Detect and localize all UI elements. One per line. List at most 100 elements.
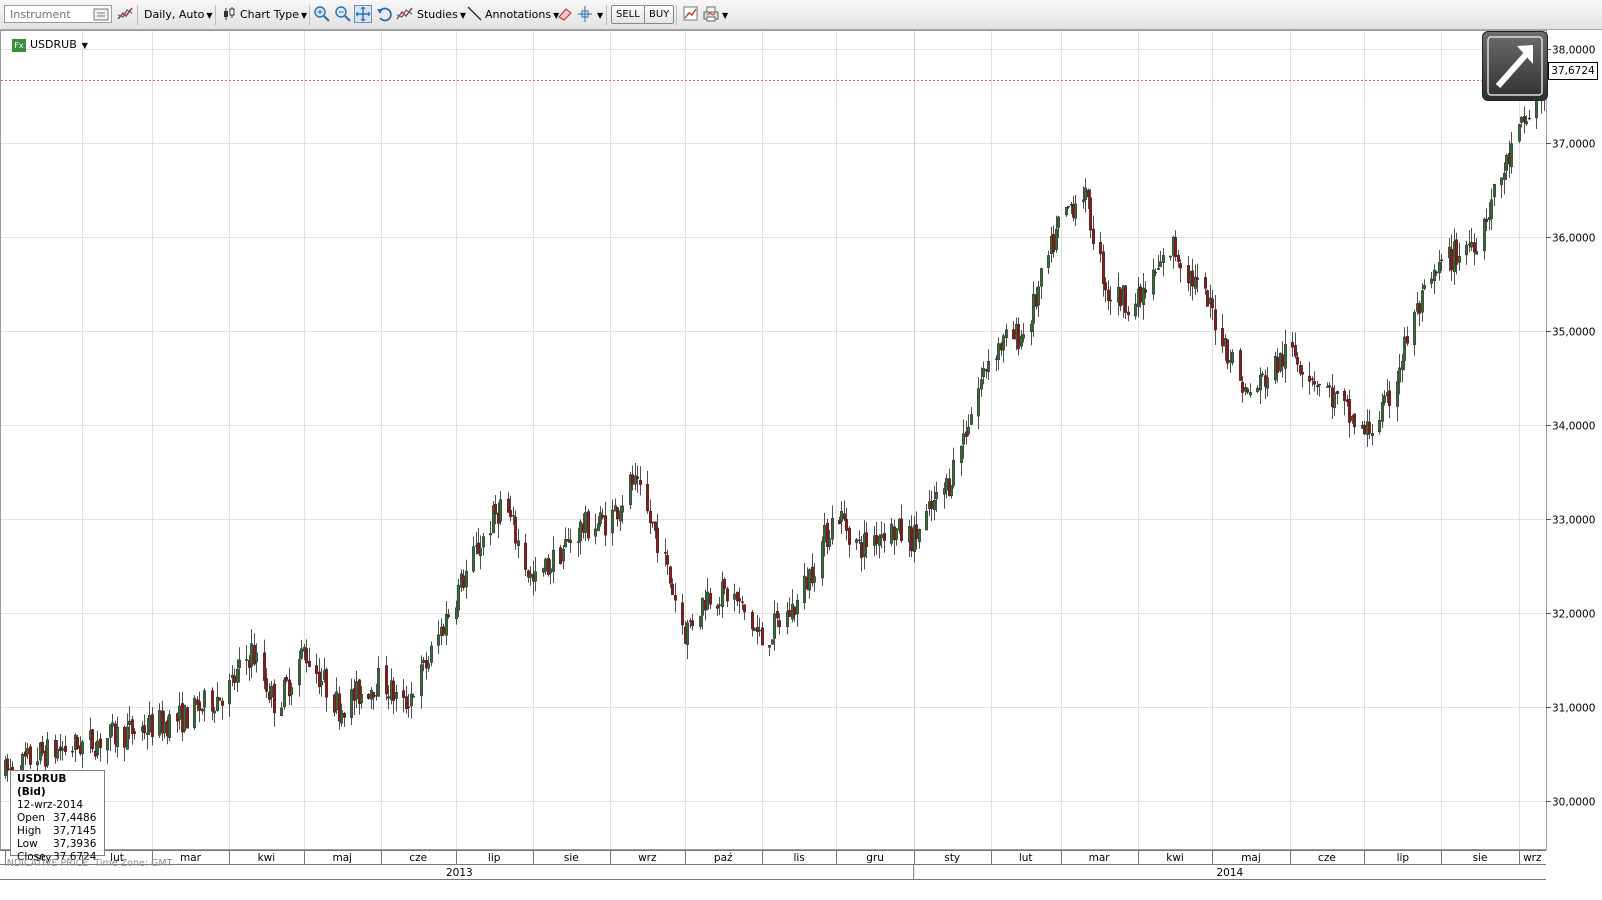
candle-body bbox=[738, 598, 742, 602]
arrow-up-right-icon bbox=[1487, 36, 1543, 96]
candle-body bbox=[1103, 282, 1107, 291]
month-label: sie bbox=[564, 852, 579, 864]
candle-body bbox=[517, 540, 521, 547]
candle-body bbox=[1315, 385, 1319, 388]
candle-body bbox=[1422, 285, 1426, 289]
axes: 30,0000 31,0000 32,0000 33,0000 34,0000 35,00… bbox=[0, 45, 1595, 880]
candle-body bbox=[1342, 390, 1346, 401]
zoom-in-icon[interactable] bbox=[313, 5, 331, 23]
chart-type-label: Chart Type bbox=[240, 8, 299, 21]
buy-button[interactable]: BUY bbox=[644, 5, 675, 24]
candle-body bbox=[860, 542, 864, 558]
candle-body bbox=[1240, 381, 1244, 393]
year-label: 2013 bbox=[446, 867, 473, 879]
candle-body bbox=[723, 579, 727, 589]
candle-body bbox=[674, 595, 678, 601]
add-chart-icon[interactable] bbox=[682, 5, 700, 23]
month-label: mar bbox=[180, 852, 202, 864]
candle-body bbox=[706, 591, 710, 610]
print-icon[interactable] bbox=[702, 5, 720, 23]
expand-chart-button[interactable] bbox=[1482, 31, 1548, 101]
interval-selector[interactable]: Daily, Auto ▼ bbox=[144, 0, 213, 29]
candle-body bbox=[669, 566, 673, 584]
month-label: kwi bbox=[1166, 852, 1184, 864]
candle-body bbox=[1205, 290, 1209, 307]
candle-body bbox=[285, 677, 289, 681]
candle-body bbox=[743, 604, 747, 613]
reset-zoom-icon[interactable] bbox=[376, 5, 394, 23]
instrument-lookup-icon[interactable] bbox=[93, 6, 109, 22]
sell-button[interactable]: SELL bbox=[611, 5, 645, 24]
candle-body bbox=[597, 523, 601, 532]
info-label: High bbox=[17, 825, 42, 837]
candle-body bbox=[544, 558, 548, 572]
candle-body bbox=[249, 643, 253, 667]
chart-area[interactable]: 30,0000 31,0000 32,0000 33,0000 34,0000 35,00… bbox=[0, 30, 1602, 900]
candle-body bbox=[1492, 184, 1496, 198]
candle-body bbox=[46, 739, 50, 766]
chart-type-menu[interactable]: Chart Type ▼ bbox=[240, 0, 307, 29]
candle-body bbox=[457, 584, 461, 611]
candle-body bbox=[1524, 121, 1528, 125]
candle-body bbox=[584, 512, 588, 533]
price-chart[interactable]: 30,0000 31,0000 32,0000 33,0000 34,0000 35,00… bbox=[0, 30, 1602, 900]
instrument-label[interactable]: Fx USDRUB ▼ bbox=[12, 38, 88, 53]
candle-body bbox=[392, 680, 396, 701]
month-label: sty bbox=[944, 852, 960, 864]
candle-body bbox=[1158, 261, 1162, 267]
chevron-down-icon: ▼ bbox=[301, 11, 308, 20]
candle-body bbox=[1151, 269, 1155, 295]
studies-quick-icon[interactable] bbox=[116, 5, 134, 23]
candle-body bbox=[1300, 371, 1304, 375]
zoom-out-icon[interactable] bbox=[334, 5, 352, 23]
studies-menu[interactable]: Studies ▼ bbox=[417, 0, 466, 29]
candle-body bbox=[125, 726, 129, 750]
candle-body bbox=[1220, 328, 1224, 347]
month-label: mar bbox=[1089, 852, 1111, 864]
candle-body bbox=[1054, 228, 1058, 250]
candle-body bbox=[402, 690, 406, 698]
candle-body bbox=[1420, 290, 1424, 313]
candle-body bbox=[962, 433, 966, 445]
candle-body bbox=[552, 549, 556, 572]
candle-body bbox=[1143, 289, 1147, 293]
candle-body bbox=[651, 521, 655, 524]
info-value: 37,7145 bbox=[53, 825, 97, 837]
candle-body bbox=[1230, 352, 1234, 364]
candle-body bbox=[1402, 336, 1406, 361]
candlestick-series bbox=[3, 69, 1548, 788]
info-date: 12-wrz-2014 bbox=[17, 799, 84, 811]
candle-body bbox=[305, 648, 309, 664]
candle-body bbox=[479, 548, 483, 557]
candle-body bbox=[1210, 298, 1214, 309]
candle-body bbox=[1036, 286, 1040, 306]
candle-body bbox=[639, 479, 643, 485]
chevron-down-icon: ▼ bbox=[206, 11, 213, 20]
crosshair-icon[interactable] bbox=[577, 5, 595, 23]
candle-body bbox=[918, 529, 922, 542]
y-tick-label: 32,0000 bbox=[1552, 609, 1595, 621]
candle-body bbox=[1203, 277, 1207, 289]
candle-body bbox=[1522, 116, 1526, 123]
candle-body bbox=[813, 576, 817, 583]
candle-body bbox=[691, 620, 695, 627]
candle-body bbox=[761, 627, 765, 646]
candle-body bbox=[952, 459, 956, 486]
candle-body bbox=[599, 512, 603, 524]
month-label: lis bbox=[793, 852, 804, 864]
candle-body bbox=[562, 548, 566, 562]
candle-body bbox=[699, 615, 703, 627]
candle-body bbox=[776, 611, 780, 619]
print-menu[interactable]: ▼ bbox=[720, 0, 728, 29]
annotations-menu[interactable]: Annotations ▼ bbox=[485, 0, 559, 29]
pan-icon[interactable] bbox=[354, 5, 372, 23]
eraser-icon[interactable] bbox=[556, 5, 574, 23]
candle-body bbox=[162, 722, 166, 734]
candle-body bbox=[1051, 234, 1055, 253]
candle-body bbox=[1091, 228, 1095, 245]
candle-body bbox=[177, 705, 181, 720]
candle-body bbox=[192, 697, 196, 728]
candle-body bbox=[5, 758, 9, 771]
crosshair-menu[interactable]: ▼ bbox=[595, 0, 603, 29]
candle-body bbox=[1108, 299, 1112, 302]
